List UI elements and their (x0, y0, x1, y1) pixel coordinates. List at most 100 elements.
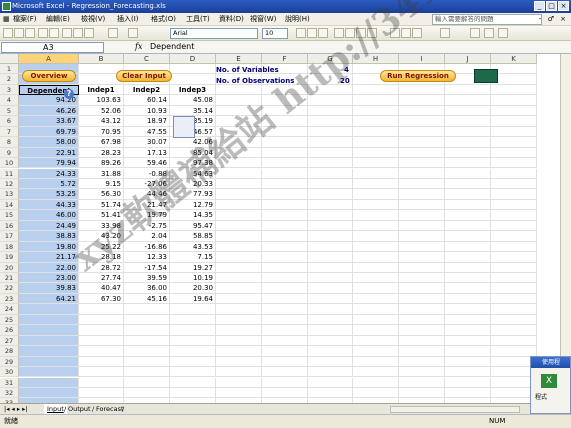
grid-cell[interactable] (262, 220, 308, 232)
grid-cell[interactable] (308, 346, 353, 357)
table-value-cell[interactable]: 67.98 (79, 137, 124, 148)
grid-cell[interactable] (170, 346, 216, 357)
grid-cell[interactable] (308, 325, 353, 336)
bold-icon[interactable] (296, 28, 306, 38)
horizontal-scrollbar[interactable] (390, 406, 520, 413)
grid-cell[interactable] (262, 231, 308, 242)
grid-cell[interactable] (353, 335, 399, 347)
sum-icon[interactable] (128, 28, 138, 38)
row-header[interactable]: 8 (0, 137, 19, 148)
row-header[interactable]: 6 (0, 116, 19, 127)
preview-icon[interactable] (49, 28, 59, 38)
grid-cell[interactable] (353, 189, 399, 200)
maximize-button[interactable]: □ (546, 1, 557, 11)
vertical-scrollbar[interactable] (560, 54, 571, 403)
table-value-cell[interactable]: 52.06 (79, 105, 124, 117)
grid-cell[interactable] (491, 137, 537, 148)
grid-cell[interactable] (353, 137, 399, 148)
row-header[interactable]: 5 (0, 105, 19, 117)
grid-cell[interactable] (399, 367, 445, 378)
grid-cell[interactable] (445, 304, 491, 315)
grid-cell[interactable] (353, 210, 399, 221)
grid-cell[interactable] (353, 95, 399, 106)
grid-cell[interactable] (308, 387, 353, 399)
menu-window[interactable]: 視窗(W) (250, 13, 276, 26)
column-header-k[interactable]: K (491, 54, 537, 64)
grid-cell[interactable] (170, 356, 216, 368)
table-value-cell[interactable]: 30.07 (124, 137, 170, 148)
grid-cell[interactable] (262, 304, 308, 315)
table-header-cell[interactable]: Indep3 (170, 84, 216, 96)
row-header[interactable]: 12 (0, 178, 19, 190)
row-header[interactable]: 13 (0, 189, 19, 200)
table-value-cell[interactable]: 24.49 (19, 220, 79, 232)
excel-doc-icon[interactable]: ▦ (3, 13, 10, 26)
insert-function-icon[interactable]: fx (135, 41, 142, 53)
table-value-cell[interactable]: 33.67 (19, 116, 79, 127)
grid-cell[interactable] (124, 335, 170, 347)
grid-cell[interactable] (445, 84, 491, 96)
grid-cell[interactable] (491, 105, 537, 117)
grid-cell[interactable] (399, 262, 445, 273)
grid-cell[interactable] (262, 262, 308, 273)
grid-cell[interactable] (353, 158, 399, 169)
grid-cell[interactable] (399, 147, 445, 159)
grid-cell[interactable] (399, 84, 445, 96)
grid-cell[interactable] (491, 126, 537, 138)
grid-cell[interactable] (308, 367, 353, 378)
table-value-cell[interactable]: 20.30 (170, 283, 216, 294)
grid-cell[interactable] (491, 199, 537, 211)
table-value-cell[interactable]: 46.26 (19, 105, 79, 117)
grid-cell[interactable] (262, 335, 308, 347)
grid-cell[interactable] (445, 273, 491, 284)
grid-cell[interactable] (445, 126, 491, 138)
row-header[interactable]: 26 (0, 325, 19, 336)
grid-cell[interactable] (308, 189, 353, 200)
grid-cell[interactable] (216, 367, 262, 378)
grid-cell[interactable] (353, 387, 399, 399)
grid-cell[interactable] (262, 367, 308, 378)
grid-cell[interactable] (170, 387, 216, 399)
grid-cell[interactable] (79, 335, 124, 347)
table-value-cell[interactable]: 89.26 (79, 158, 124, 169)
grid-cell[interactable] (170, 304, 216, 315)
table-value-cell[interactable]: 39.83 (19, 283, 79, 294)
grid-cell[interactable] (353, 252, 399, 263)
table-value-cell[interactable]: 9.15 (79, 178, 124, 190)
grid-cell[interactable] (262, 168, 308, 179)
grid-cell[interactable] (445, 293, 491, 305)
table-value-cell[interactable]: 12.33 (124, 252, 170, 263)
grid-cell[interactable] (19, 335, 79, 347)
column-header-i[interactable]: I (399, 54, 445, 64)
column-header-j[interactable]: J (445, 54, 491, 64)
grid-cell[interactable] (262, 158, 308, 169)
open-icon[interactable] (14, 28, 24, 38)
grid-cell[interactable] (491, 262, 537, 273)
formula-input[interactable]: Dependent (150, 41, 194, 53)
table-value-cell[interactable]: 45.08 (170, 95, 216, 106)
grid-cell[interactable] (170, 377, 216, 388)
grid-cell[interactable] (491, 283, 537, 294)
grid-cell[interactable] (353, 126, 399, 138)
grid-cell[interactable] (170, 74, 216, 85)
grid-cell[interactable] (399, 178, 445, 190)
grid-cell[interactable] (216, 356, 262, 368)
grid-cell[interactable] (216, 231, 262, 242)
table-value-cell[interactable]: 36.00 (124, 283, 170, 294)
grid-cell[interactable] (262, 189, 308, 200)
grid-cell[interactable] (445, 220, 491, 232)
table-value-cell[interactable]: 79.94 (19, 158, 79, 169)
grid-cell[interactable] (262, 210, 308, 221)
menu-insert[interactable]: 插入(I) (117, 13, 139, 26)
grid-cell[interactable] (124, 314, 170, 326)
menu-format[interactable]: 格式(O) (151, 13, 176, 26)
table-value-cell[interactable]: 103.63 (79, 95, 124, 106)
row-header[interactable]: 29 (0, 356, 19, 368)
grid-cell[interactable] (308, 283, 353, 294)
grid-cell[interactable] (353, 377, 399, 388)
grid-cell[interactable] (216, 252, 262, 263)
grid-cell[interactable] (491, 231, 537, 242)
grid-cell[interactable] (262, 356, 308, 368)
grid-cell[interactable] (445, 116, 491, 127)
grid-cell[interactable] (216, 293, 262, 305)
